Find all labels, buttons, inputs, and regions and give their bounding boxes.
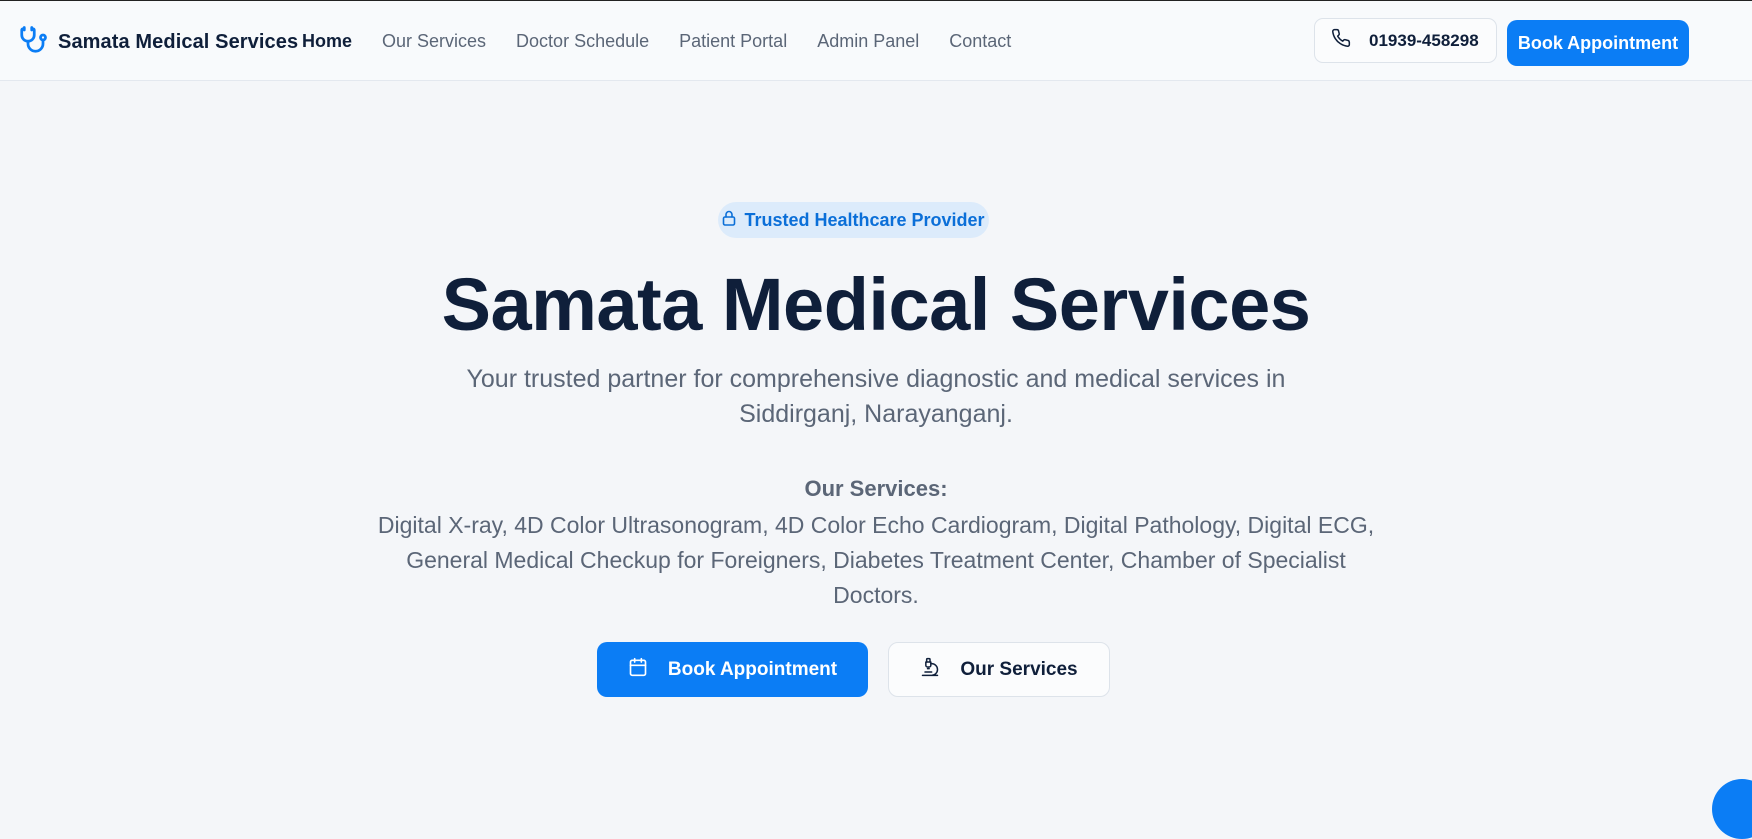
hero-subtitle: Your trusted partner for comprehensive d… <box>466 365 1286 428</box>
book-appointment-button[interactable]: Book Appointment <box>597 642 868 697</box>
brand-logo[interactable]: Samata Medical Services <box>18 25 298 60</box>
nav-admin-panel[interactable]: Admin Panel <box>817 31 919 52</box>
calendar-icon <box>628 657 648 683</box>
chat-icon[interactable] <box>1712 779 1752 839</box>
trusted-badge: Trusted Healthcare Provider <box>718 202 989 238</box>
main-nav: Home Our Services Doctor Schedule Patien… <box>302 31 1041 52</box>
nav-home[interactable]: Home <box>302 31 352 52</box>
services-list: Digital X-ray, 4D Color Ultrasonogram, 4… <box>377 512 1375 608</box>
nav-contact[interactable]: Contact <box>949 31 1011 52</box>
hero-title: Samata Medical Services <box>441 263 1311 346</box>
nav-doctor-schedule[interactable]: Doctor Schedule <box>516 31 649 52</box>
phone-button[interactable]: 01939-458298 <box>1314 18 1497 63</box>
our-services-label: Our Services <box>960 658 1078 680</box>
our-services-button[interactable]: Our Services <box>888 642 1110 697</box>
brand-name: Samata Medical Services <box>58 31 299 53</box>
nav-patient-portal[interactable]: Patient Portal <box>679 31 787 52</box>
phone-number: 01939-458298 <box>1369 30 1479 50</box>
book-appointment-label: Book Appointment <box>667 658 838 680</box>
stethoscope-icon <box>18 25 48 60</box>
badge-label: Trusted Healthcare Provider <box>744 209 985 230</box>
phone-icon <box>1331 28 1351 53</box>
services-heading: Our Services: <box>804 476 948 501</box>
site-header: Samata Medical Services Home Our Service… <box>0 1 1752 81</box>
microscope-icon <box>920 657 940 683</box>
nav-our-services[interactable]: Our Services <box>382 31 486 52</box>
lock-icon <box>722 210 736 231</box>
book-appointment-header-button[interactable]: Book Appointment <box>1507 20 1689 66</box>
